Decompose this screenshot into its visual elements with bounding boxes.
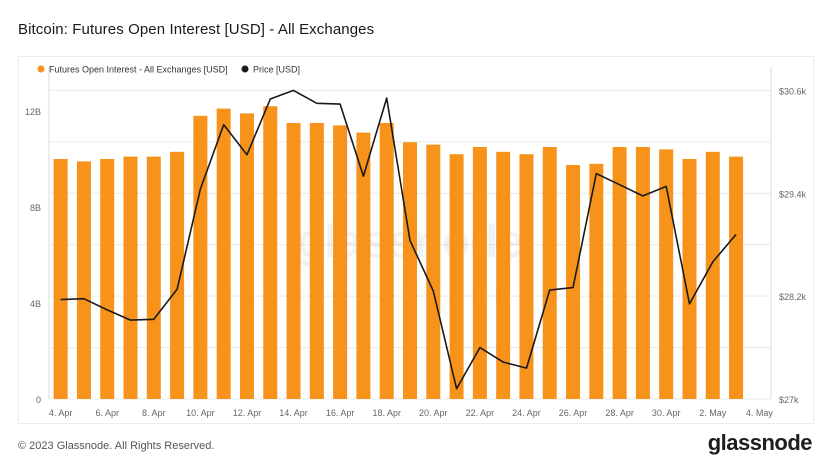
x-tick-label: 30. Apr [652,408,681,418]
legend-label-open-interest: Futures Open Interest - All Exchanges [U… [49,65,228,75]
bar [216,108,231,399]
bar [193,115,208,400]
bar [356,132,371,399]
bar [519,154,534,399]
x-tick-label: 6. Apr [95,408,119,418]
y-left-tick-label: 4B [30,299,41,309]
x-tick-label: 26. Apr [559,408,588,418]
glassnode-logo: glassnode [707,430,813,455]
bar [170,151,185,399]
x-tick-label: 16. Apr [326,408,355,418]
copyright-text: © 2023 Glassnode. All Rights Reserved. [18,440,215,452]
bar [286,123,301,399]
x-tick-label: 8. Apr [142,408,166,418]
bar [263,106,278,399]
x-tick-label: 20. Apr [419,408,448,418]
bar [379,123,394,399]
x-tick-label: 18. Apr [372,408,401,418]
bar [239,113,254,400]
page-title: Bitcoin: Futures Open Interest [USD] - A… [18,21,375,38]
y-left-tick-label: 0 [36,395,41,405]
chart: glassnode04B8B12B$27k$28.2k$29.4k$30.6k4… [25,65,807,419]
y-right-tick-label: $29.4k [779,189,807,199]
x-tick-label: 24. Apr [512,408,541,418]
bar [403,142,417,399]
bar [100,159,115,399]
x-tick-label: 4. May [746,408,774,418]
bar [309,123,324,399]
bar [542,147,557,399]
x-tick-label: 10. Apr [186,408,215,418]
legend-label-price: Price [USD] [253,65,300,75]
x-tick-label: 12. Apr [233,408,262,418]
legend-marker-open-interest [37,65,45,73]
x-tick-label: 14. Apr [279,408,308,418]
x-tick-label: 22. Apr [466,408,495,418]
bar [426,144,441,399]
bar [472,147,487,399]
bar [333,125,348,400]
bar [705,151,720,399]
legend-marker-price [241,65,249,73]
bar [76,161,91,399]
bar [449,154,464,399]
bar [53,159,68,399]
bar [729,156,744,399]
y-right-tick-label: $28.2k [779,292,807,302]
y-left-tick-label: 8B [30,203,41,213]
x-tick-label: 4. Apr [49,408,73,418]
y-left-tick-label: 12B [25,107,41,117]
x-tick-label: 2. May [699,408,727,418]
bar [123,156,138,399]
bar [566,165,581,399]
y-right-tick-label: $30.6k [779,86,807,96]
chart-panel: glassnode04B8B12B$27k$28.2k$29.4k$30.6k4… [18,56,814,424]
bar [635,147,650,399]
y-right-tick-label: $27k [779,395,799,405]
bar [146,156,161,399]
x-tick-label: 28. Apr [605,408,634,418]
